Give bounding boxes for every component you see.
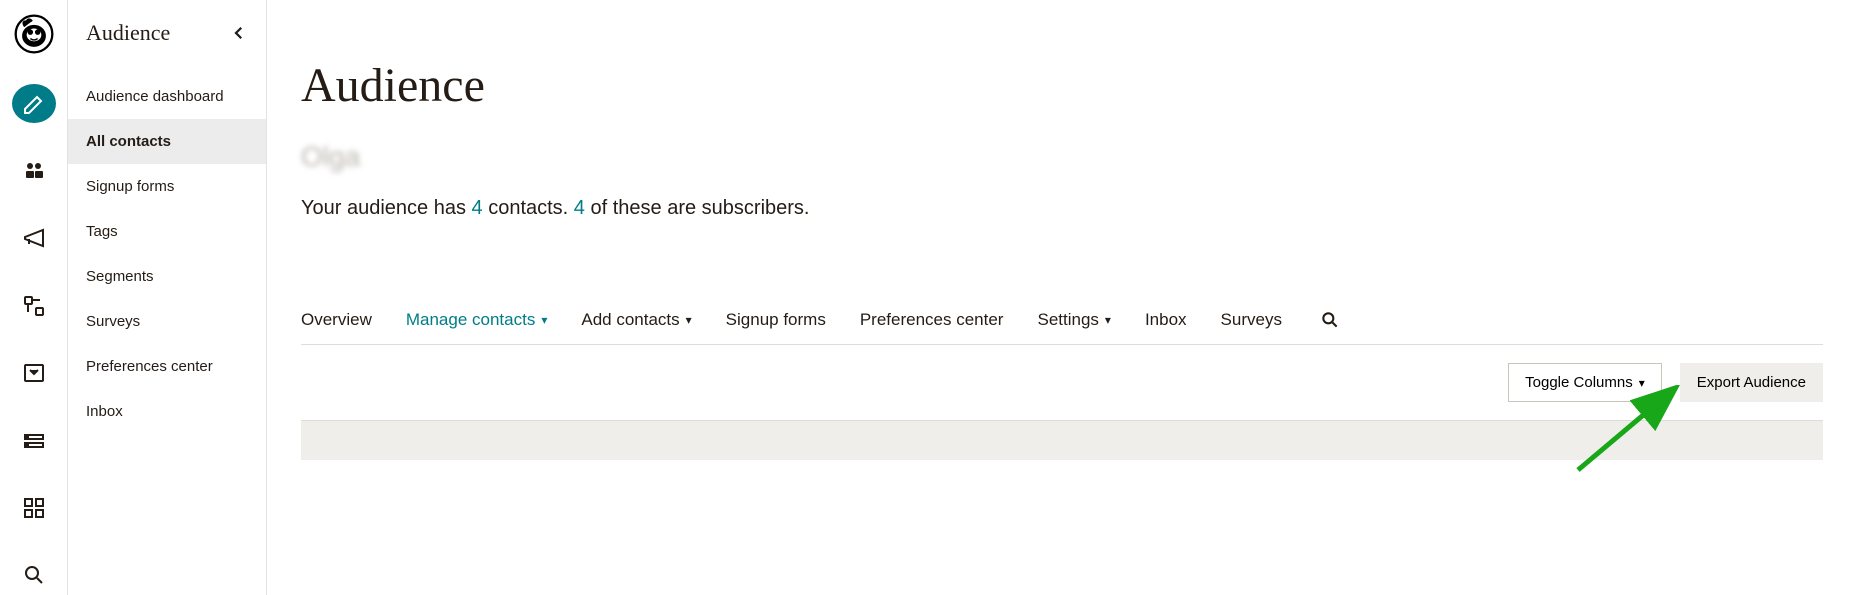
sidebar-item-all-contacts[interactable]: All contacts [68, 119, 266, 164]
sidebar-item-surveys[interactable]: Surveys [68, 299, 266, 344]
integrations-icon[interactable] [12, 488, 56, 527]
chevron-down-icon: ▾ [1639, 376, 1645, 390]
actions-row: Toggle Columns ▾ Export Audience [301, 345, 1823, 420]
sidebar-item-tags[interactable]: Tags [68, 209, 266, 254]
collapse-sidebar-icon[interactable] [230, 24, 248, 42]
tab-surveys[interactable]: Surveys [1221, 310, 1282, 330]
audience-name: Olga [301, 141, 1823, 173]
toggle-columns-button[interactable]: Toggle Columns ▾ [1508, 363, 1662, 402]
chevron-down-icon: ▾ [1105, 313, 1111, 327]
icon-rail [0, 0, 68, 595]
tab-settings[interactable]: Settings ▾ [1037, 310, 1110, 330]
toggle-columns-label: Toggle Columns [1525, 374, 1633, 391]
search-icon [1320, 310, 1340, 330]
tab-signup-forms[interactable]: Signup forms [726, 310, 826, 330]
stat-mid: contacts. [483, 197, 574, 219]
tab-overview[interactable]: Overview [301, 310, 372, 330]
create-icon[interactable] [12, 84, 56, 123]
main-content: Audience Olga Your audience has 4 contac… [267, 0, 1857, 595]
chevron-down-icon: ▾ [541, 313, 547, 327]
sidebar-item-signup-forms[interactable]: Signup forms [68, 164, 266, 209]
stat-suffix: of these are subscribers. [585, 197, 810, 219]
tab-preferences-center-label: Preferences center [860, 310, 1004, 330]
tab-search[interactable] [1320, 310, 1340, 330]
sidebar-item-preferences-center[interactable]: Preferences center [68, 344, 266, 389]
sidebar-item-audience-dashboard[interactable]: Audience dashboard [68, 74, 266, 119]
website-icon[interactable] [12, 354, 56, 393]
mailchimp-logo[interactable] [12, 12, 56, 56]
tab-manage-contacts[interactable]: Manage contacts ▾ [406, 310, 548, 330]
tab-add-contacts-label: Add contacts [581, 310, 679, 330]
tab-inbox-label: Inbox [1145, 310, 1187, 330]
tab-overview-label: Overview [301, 310, 372, 330]
table-header-strip [301, 420, 1823, 460]
chevron-down-icon: ▾ [686, 313, 692, 327]
tab-surveys-label: Surveys [1221, 310, 1282, 330]
page-title: Audience [301, 58, 1823, 113]
tabs-row: Overview Manage contacts▾ Add contacts▾ … [301, 310, 1823, 345]
campaigns-icon[interactable] [12, 219, 56, 258]
sidebar-item-inbox[interactable]: Inbox [68, 389, 266, 434]
tab-manage-contacts-label: Manage contacts [406, 310, 535, 330]
contacts-count[interactable]: 4 [472, 197, 483, 219]
tab-inbox[interactable]: Inbox [1145, 310, 1187, 330]
search-icon[interactable] [12, 556, 56, 595]
stat-prefix: Your audience has [301, 197, 472, 219]
audience-stat-line: Your audience has 4 contacts. 4 of these… [301, 197, 1823, 220]
export-audience-button[interactable]: Export Audience [1680, 363, 1823, 402]
audience-icon[interactable] [12, 151, 56, 190]
sidebar: Audience Audience dashboard All contacts… [68, 0, 267, 595]
tab-signup-forms-label: Signup forms [726, 310, 826, 330]
content-icon[interactable] [12, 421, 56, 460]
subscribers-count[interactable]: 4 [574, 197, 585, 219]
tab-preferences-center[interactable]: Preferences center [860, 310, 1004, 330]
tab-add-contacts[interactable]: Add contacts ▾ [581, 310, 691, 330]
sidebar-item-segments[interactable]: Segments [68, 254, 266, 299]
tab-settings-label: Settings [1037, 310, 1098, 330]
export-audience-label: Export Audience [1697, 374, 1806, 391]
sidebar-title: Audience [86, 20, 170, 46]
automations-icon[interactable] [12, 286, 56, 325]
